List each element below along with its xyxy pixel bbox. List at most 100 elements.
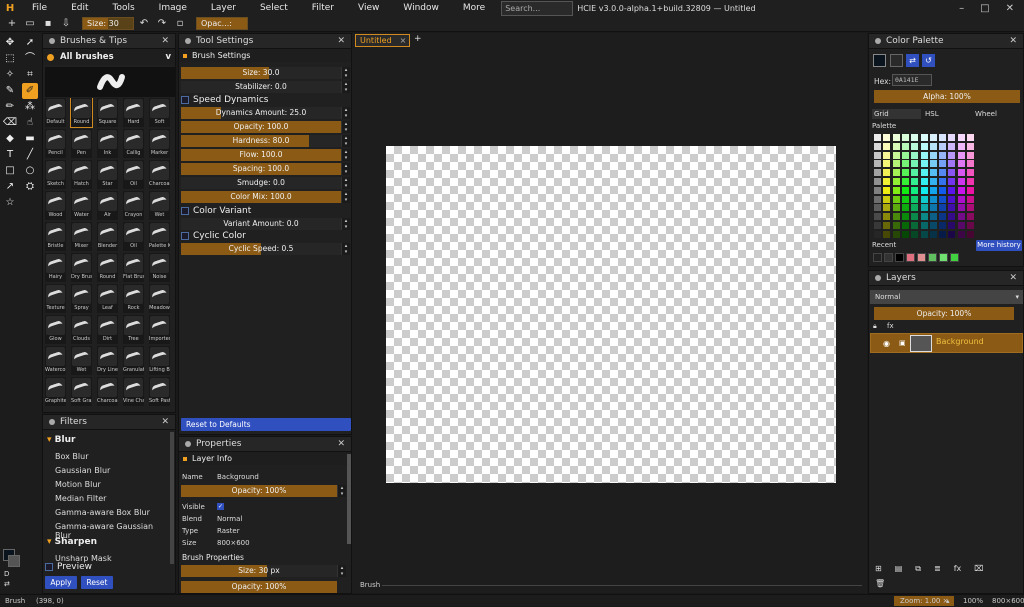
- brush-item[interactable]: Watercolo: [45, 346, 66, 375]
- lock-icon[interactable]: ▣: [899, 339, 906, 347]
- brush-item[interactable]: Vine Char: [123, 377, 144, 406]
- palette-swatch[interactable]: [911, 213, 919, 221]
- palette-swatch[interactable]: [939, 178, 947, 185]
- brush-item[interactable]: Hairy: [45, 253, 66, 282]
- palette-swatch[interactable]: [939, 230, 947, 238]
- smudge-icon[interactable]: ☝: [22, 115, 38, 131]
- brush-item[interactable]: Round: [70, 98, 93, 128]
- brush-item[interactable]: Granulati: [123, 346, 144, 375]
- move-icon[interactable]: ✥: [2, 35, 18, 51]
- palette-swatch[interactable]: [948, 213, 956, 221]
- brush-item[interactable]: Lifting B: [149, 346, 170, 375]
- palette-swatch[interactable]: [939, 142, 947, 150]
- palette-swatch[interactable]: [874, 169, 881, 177]
- palette-swatch[interactable]: [874, 178, 881, 185]
- brush-item[interactable]: Hard: [123, 98, 144, 127]
- palette-swatch[interactable]: [911, 151, 919, 159]
- palette-swatch[interactable]: [929, 213, 937, 221]
- swap-colors-icon[interactable]: ⇄: [4, 580, 10, 588]
- palette-swatch[interactable]: [929, 195, 937, 203]
- background-color[interactable]: [8, 555, 20, 567]
- preview-checkbox[interactable]: Preview: [45, 562, 92, 572]
- recent-color-swatch[interactable]: [917, 253, 926, 262]
- brush-item[interactable]: Pen: [71, 129, 92, 158]
- new-tab-icon[interactable]: +: [414, 34, 422, 44]
- brush-item[interactable]: Default: [45, 98, 66, 127]
- lasso-icon[interactable]: ⌒: [22, 51, 38, 67]
- hardness-slider[interactable]: Hardness: 80.0: [181, 135, 341, 147]
- palette-swatch[interactable]: [939, 160, 947, 168]
- recent-color-swatch[interactable]: [906, 253, 915, 262]
- palette-swatch[interactable]: [920, 195, 928, 203]
- palette-swatch[interactable]: [874, 151, 881, 159]
- palette-swatch[interactable]: [929, 204, 937, 212]
- color-mix-spinner[interactable]: ▴ ▾: [341, 191, 350, 203]
- close-icon[interactable]: ✕: [1006, 3, 1014, 14]
- palette-swatch[interactable]: [939, 213, 947, 221]
- cyclic-color-checkbox[interactable]: Cyclic Color: [181, 231, 246, 241]
- palette-swatch[interactable]: [939, 222, 947, 229]
- palette-swatch[interactable]: [892, 213, 900, 221]
- palette-swatch[interactable]: [948, 222, 956, 229]
- palette-swatch[interactable]: [892, 160, 900, 168]
- palette-swatch[interactable]: [948, 142, 956, 150]
- palette-swatch[interactable]: [939, 195, 947, 203]
- palette-swatch[interactable]: [911, 195, 919, 203]
- palette-swatch[interactable]: [967, 222, 974, 229]
- color-variant-checkbox[interactable]: Color Variant: [181, 206, 251, 216]
- palette-swatch[interactable]: [967, 169, 974, 177]
- brush-icon[interactable]: ✐: [22, 83, 38, 99]
- palette-swatch[interactable]: [948, 134, 956, 141]
- palette-swatch[interactable]: [948, 151, 956, 159]
- brush-item[interactable]: Soft Grap: [71, 377, 92, 406]
- palette-swatch[interactable]: [967, 204, 974, 212]
- palette-swatch[interactable]: [948, 195, 956, 203]
- eraser-icon[interactable]: ⌫: [2, 115, 18, 131]
- recent-color-swatch[interactable]: [873, 253, 882, 262]
- palette-swatch[interactable]: [967, 160, 974, 168]
- smudge-spinner[interactable]: ▴ ▾: [341, 177, 350, 189]
- mask-icon[interactable]: ⌧: [974, 564, 983, 574]
- lock-alpha-icon[interactable]: 🔒︎: [873, 322, 877, 331]
- hex-input[interactable]: 0A141E: [892, 74, 932, 86]
- close-icon[interactable]: ✕: [1009, 36, 1017, 46]
- new-layer-icon[interactable]: ⊞: [875, 564, 882, 574]
- palette-swatch[interactable]: [901, 134, 909, 141]
- palette-swatch[interactable]: [901, 195, 909, 203]
- hardness-spinner[interactable]: ▴ ▾: [341, 135, 350, 147]
- dynamics-spinner[interactable]: ▴ ▾: [341, 107, 350, 119]
- variant-spinner[interactable]: ▴ ▾: [341, 218, 350, 230]
- brush-item[interactable]: Soft: [149, 98, 170, 127]
- brush-item[interactable]: Noise: [149, 253, 170, 282]
- menu-file[interactable]: File: [20, 0, 59, 16]
- palette-swatch[interactable]: [892, 204, 900, 212]
- filter-item[interactable]: Median Filter: [55, 494, 106, 503]
- close-icon[interactable]: ✕: [337, 36, 345, 46]
- brush-item[interactable]: Ink: [97, 129, 118, 158]
- layer-opacity-slider[interactable]: Opacity: 100%: [874, 307, 1014, 320]
- swap-colors-icon[interactable]: ⇄: [906, 54, 919, 67]
- dynamics-amount-slider[interactable]: Dynamics Amount: 25.0: [181, 107, 341, 119]
- flow-spinner[interactable]: ▴ ▾: [341, 149, 350, 161]
- recent-color-swatch[interactable]: [895, 253, 904, 262]
- palette-swatch[interactable]: [883, 169, 891, 177]
- palette-swatch[interactable]: [874, 160, 881, 168]
- apply-button[interactable]: Apply: [45, 576, 77, 589]
- cyclic-spinner[interactable]: ▴ ▾: [341, 243, 350, 255]
- filter-item[interactable]: Gamma-aware Box Blur: [55, 508, 150, 517]
- stabilizer-spinner[interactable]: ▴ ▾: [341, 81, 350, 93]
- brush-item[interactable]: Charcoal: [97, 377, 118, 406]
- palette-swatch[interactable]: [883, 151, 891, 159]
- brush-item[interactable]: Pencil: [45, 129, 66, 158]
- palette-swatch[interactable]: [883, 222, 891, 229]
- menu-filter[interactable]: Filter: [300, 0, 346, 16]
- filter-item[interactable]: Gaussian Blur: [55, 466, 110, 475]
- stabilizer-slider[interactable]: Stabilizer: 0.0: [181, 81, 341, 93]
- palette-swatch[interactable]: [901, 204, 909, 212]
- palette-swatch[interactable]: [957, 195, 965, 203]
- redo-icon[interactable]: ↷: [154, 18, 170, 29]
- palette-swatch[interactable]: [929, 178, 937, 185]
- palette-swatch[interactable]: [874, 195, 881, 203]
- palette-swatch[interactable]: [883, 204, 891, 212]
- brush-item[interactable]: Tree: [123, 315, 144, 344]
